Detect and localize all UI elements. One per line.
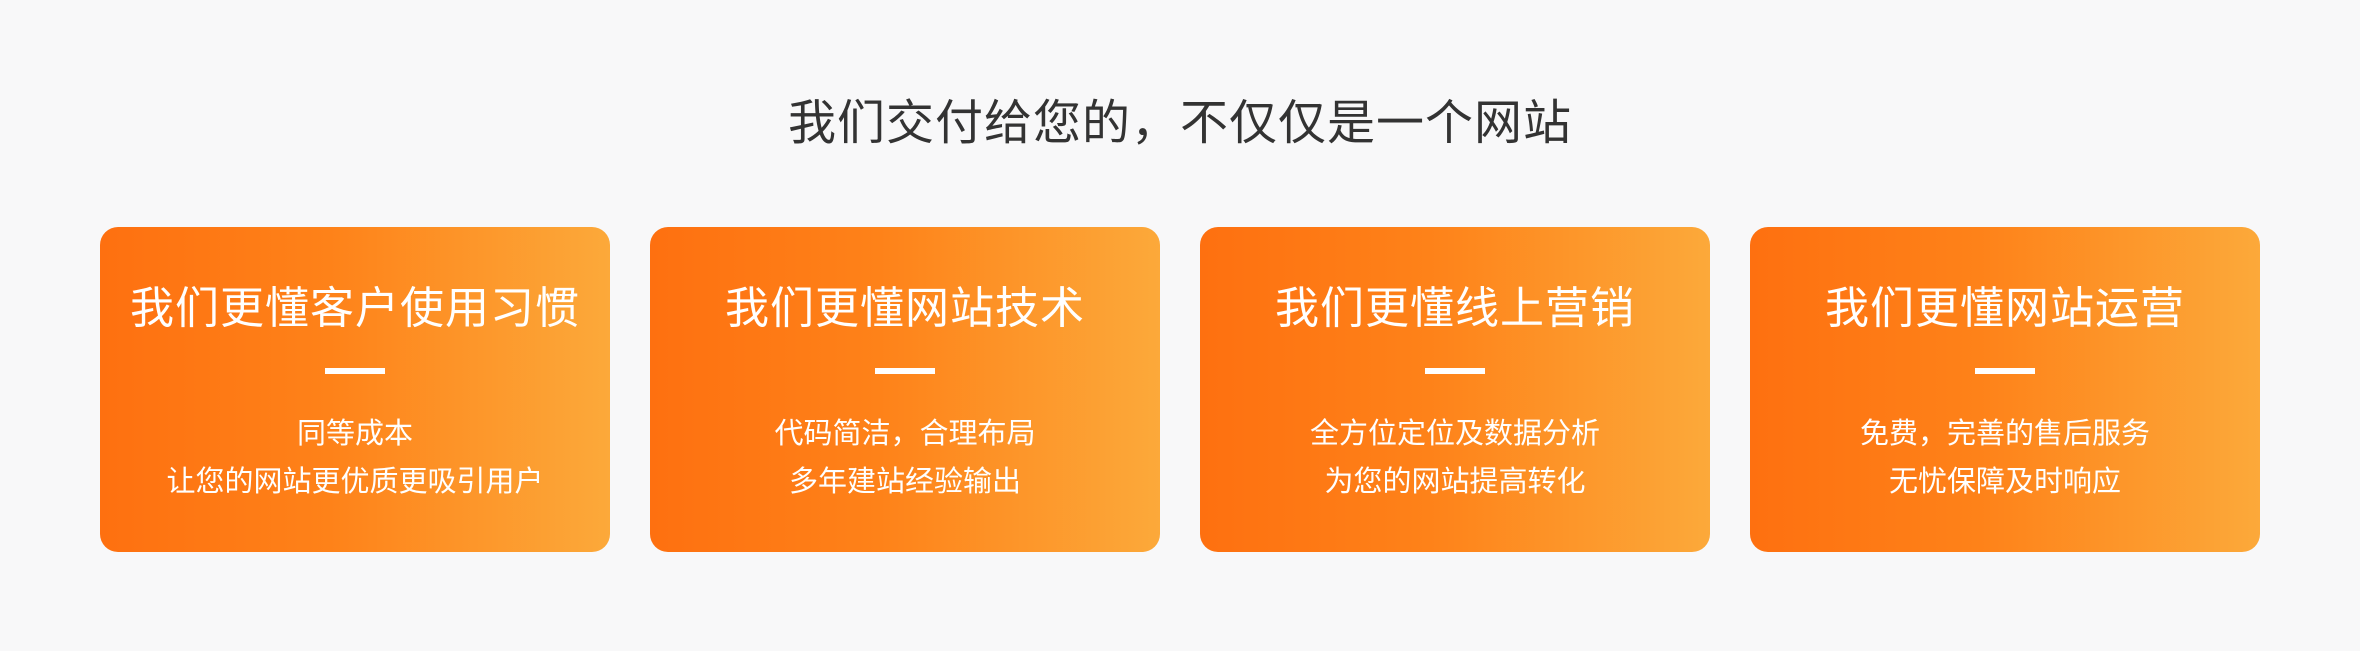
card-description-line: 全方位定位及数据分析 [1309, 416, 1600, 450]
card-divider [325, 368, 385, 374]
card-title: 我们更懂网站运营 [1825, 283, 2185, 334]
feature-cards: 我们更懂客户使用习惯 同等成本 让您的网站更优质更吸引用户 我们更懂网站技术 代… [100, 227, 2260, 552]
card-description-line: 同等成本 [296, 416, 413, 450]
card-description: 代码简洁，合理布局 多年建站经验输出 [650, 409, 1160, 505]
feature-card-website-tech: 我们更懂网站技术 代码简洁，合理布局 多年建站经验输出 [650, 227, 1160, 552]
feature-card-customer-habits: 我们更懂客户使用习惯 同等成本 让您的网站更优质更吸引用户 [100, 227, 610, 552]
card-description-line: 为您的网站提高转化 [1324, 464, 1586, 498]
card-title: 我们更懂网站技术 [725, 283, 1085, 334]
card-description-line: 免费，完善的售后服务 [1859, 416, 2150, 450]
card-divider [1975, 368, 2035, 374]
card-divider [875, 368, 935, 374]
card-description-line: 让您的网站更优质更吸引用户 [166, 464, 544, 498]
card-divider [1425, 368, 1485, 374]
card-description: 同等成本 让您的网站更优质更吸引用户 [100, 409, 610, 505]
feature-card-website-operations: 我们更懂网站运营 免费，完善的售后服务 无忧保障及时响应 [1750, 227, 2260, 552]
section-title: 我们交付给您的，不仅仅是一个网站 [787, 95, 1572, 151]
feature-card-online-marketing: 我们更懂线上营销 全方位定位及数据分析 为您的网站提高转化 [1200, 227, 1710, 552]
card-description: 免费，完善的售后服务 无忧保障及时响应 [1750, 409, 2260, 505]
card-description-line: 代码简洁，合理布局 [774, 416, 1036, 450]
card-description-line: 无忧保障及时响应 [1888, 464, 2121, 498]
card-title: 我们更懂客户使用习惯 [130, 283, 580, 334]
card-description: 全方位定位及数据分析 为您的网站提高转化 [1200, 409, 1710, 505]
card-title: 我们更懂线上营销 [1275, 283, 1635, 334]
card-description-line: 多年建站经验输出 [788, 464, 1021, 498]
